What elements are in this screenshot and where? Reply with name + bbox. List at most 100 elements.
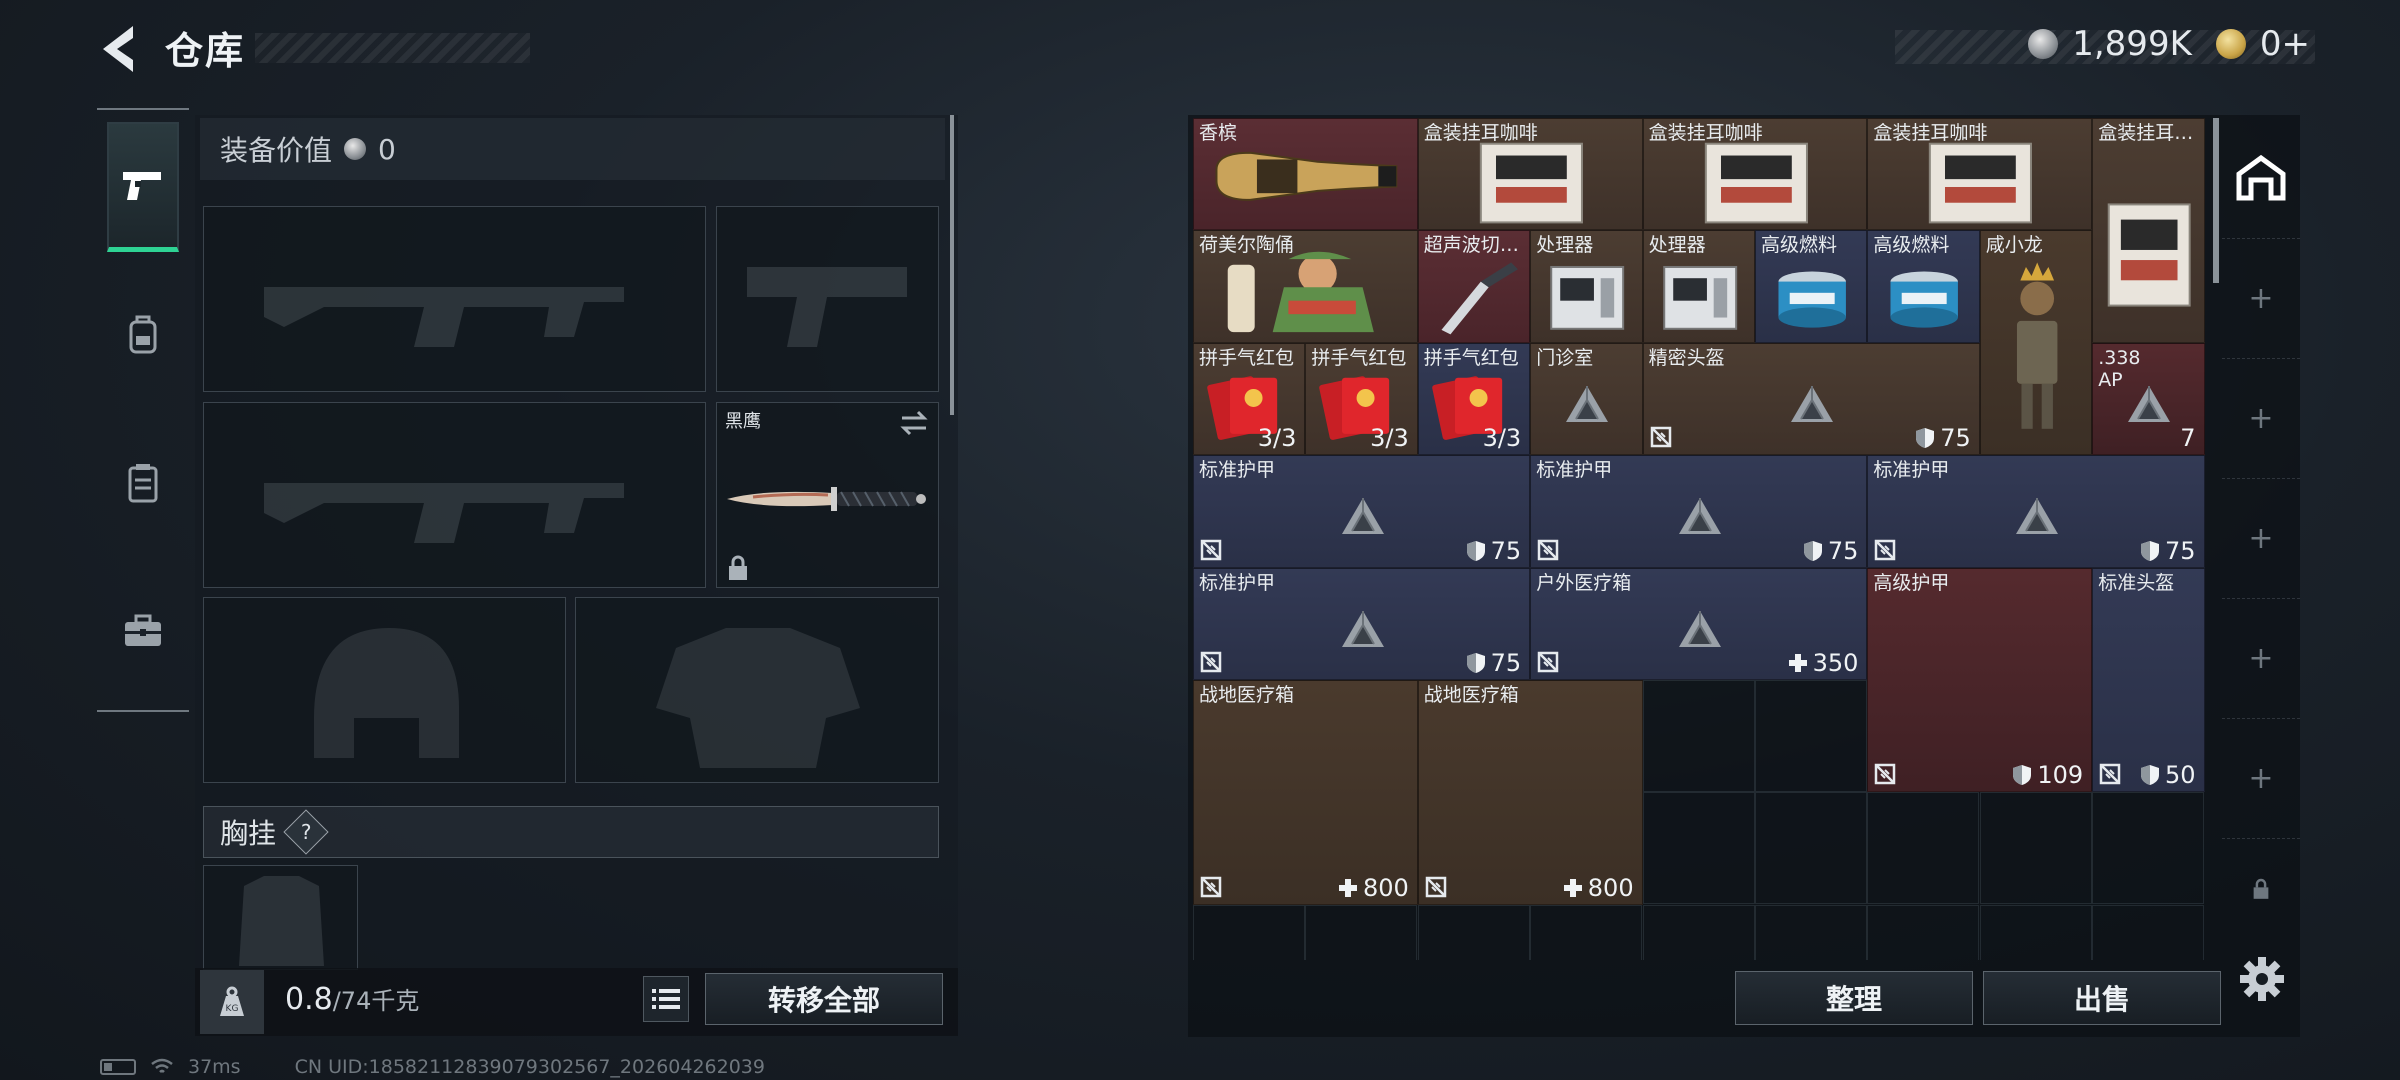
- swap-icon[interactable]: [898, 409, 930, 437]
- equipment-value-label: 装备价值: [220, 134, 333, 167]
- storage-item[interactable]: 高级燃料: [1755, 230, 1868, 343]
- storage-item[interactable]: 超声波切割刀: [1417, 230, 1531, 343]
- equipment-scrollbar[interactable]: [950, 115, 954, 415]
- sell-button[interactable]: 出售: [1983, 971, 2221, 1025]
- help-icon[interactable]: ?: [283, 809, 329, 855]
- sort-button[interactable]: 整理: [1735, 971, 1973, 1025]
- grid-cell[interactable]: [1867, 792, 1980, 905]
- durability-shield-icon: [1466, 540, 1485, 561]
- weight-max: /74千克: [332, 987, 420, 1015]
- chest-rig-slot[interactable]: [203, 865, 358, 970]
- item-name: 高级燃料: [1873, 234, 1950, 257]
- storage-item[interactable]: 拼手气红包 3/3: [1193, 342, 1306, 456]
- grid-cell[interactable]: [1979, 792, 2092, 905]
- grid-cell[interactable]: [1755, 904, 1867, 960]
- item-count: 3/3: [1482, 424, 1522, 453]
- storage-item[interactable]: 标准护甲 75: [1530, 455, 1868, 568]
- storage-item[interactable]: .338 AP 7: [2092, 342, 2205, 456]
- add-storage-tab[interactable]: +: [2222, 478, 2300, 598]
- storage-item[interactable]: 咸小龙: [1979, 230, 2093, 456]
- storage-item[interactable]: 盒装挂耳咖啡: [1642, 118, 1868, 231]
- storage-item[interactable]: 盒装挂耳咖啡: [1417, 118, 1643, 231]
- page-title: 仓库: [165, 29, 246, 73]
- storage-item[interactable]: 处理器: [1642, 230, 1755, 343]
- unknown-item-icon: [1678, 610, 1721, 647]
- list-view-button[interactable]: [643, 976, 689, 1022]
- item-value-text: 75: [1940, 424, 1971, 453]
- storage-item[interactable]: 标准护甲 75: [1193, 567, 1531, 680]
- grid-cell[interactable]: [1305, 904, 1418, 960]
- settings-gear-icon[interactable]: [2238, 955, 2286, 1003]
- storage-item[interactable]: 拼手气红包 3/3: [1305, 342, 1418, 456]
- storage-item[interactable]: 高级护甲 109: [1867, 567, 2093, 793]
- storage-item[interactable]: 处理器: [1530, 230, 1643, 343]
- grid-cell[interactable]: [1755, 680, 1867, 792]
- storage-scrollbar[interactable]: [2213, 118, 2219, 283]
- storage-item[interactable]: 标准头盔 50: [2092, 567, 2205, 793]
- primary-weapon-slot[interactable]: [203, 206, 706, 392]
- item-value: 800: [1338, 874, 1409, 902]
- storage-item[interactable]: 战地医疗箱 800: [1417, 680, 1643, 905]
- item-name: 荷美尔陶俑: [1199, 234, 1295, 257]
- tab-backpack[interactable]: [107, 270, 179, 400]
- armor-silhouette-icon: [656, 628, 860, 768]
- storage-item[interactable]: 盒装挂耳咖啡: [1867, 118, 2093, 231]
- add-storage-tab[interactable]: +: [2222, 718, 2300, 838]
- storage-tab-main[interactable]: [2222, 118, 2300, 238]
- grid-cell[interactable]: [1979, 904, 2092, 960]
- secondary-weapon-slot[interactable]: [203, 402, 706, 588]
- storage-item[interactable]: 门诊室: [1530, 342, 1643, 456]
- item-count: 3/3: [1370, 424, 1409, 453]
- pistol-slot[interactable]: [716, 206, 939, 392]
- heal-plus-icon: [1338, 878, 1357, 897]
- storage-item[interactable]: 高级燃料: [1867, 230, 1980, 343]
- grid-cell[interactable]: [1530, 904, 1643, 960]
- item-name: 门诊室: [1536, 346, 1594, 369]
- chest-rig-header: 胸挂 ?: [203, 806, 939, 858]
- item-name: 标准护甲: [1199, 459, 1276, 482]
- storage-item[interactable]: 标准护甲 75: [1867, 455, 2205, 568]
- gold-amount[interactable]: 0+: [2260, 24, 2310, 64]
- durability-shield-icon: [2141, 765, 2160, 786]
- storage-item[interactable]: 精密头盔 75: [1642, 342, 1980, 456]
- storage-item[interactable]: 标准护甲 75: [1193, 455, 1531, 568]
- helmet-silhouette-icon: [314, 628, 459, 758]
- storage-item[interactable]: 盒装挂耳咖啡: [2092, 118, 2205, 343]
- storage-item[interactable]: 户外医疗箱 350: [1530, 567, 1868, 680]
- unknown-item-icon: [2015, 498, 2058, 535]
- back-arrow-icon[interactable]: [95, 22, 145, 76]
- item-value: 350: [1788, 649, 1858, 677]
- grid-cell[interactable]: [2092, 792, 2205, 905]
- add-storage-tab[interactable]: +: [2222, 358, 2300, 478]
- armor-slot[interactable]: [575, 597, 939, 783]
- storage-item[interactable]: 拼手气红包 3/3: [1417, 342, 1531, 456]
- transfer-all-button[interactable]: 转移全部: [705, 973, 943, 1025]
- add-storage-tab[interactable]: +: [2222, 238, 2300, 358]
- grid-cell[interactable]: [1642, 904, 1755, 960]
- add-storage-tab[interactable]: +: [2222, 598, 2300, 718]
- weight-readout: 0.8/74千克: [285, 981, 419, 1017]
- tab-weapons[interactable]: [107, 122, 179, 252]
- grid-cell[interactable]: [2092, 904, 2205, 960]
- doll-figure-icon: [2016, 262, 2058, 430]
- grid-cell[interactable]: [1867, 904, 1980, 960]
- grid-cell[interactable]: [1642, 792, 1755, 905]
- storage-item[interactable]: 香槟: [1193, 118, 1418, 231]
- silver-coin-icon: [344, 138, 367, 160]
- wifi-icon: [151, 1058, 173, 1073]
- grid-cell[interactable]: [1755, 792, 1867, 905]
- tab-case[interactable]: [107, 566, 179, 696]
- melee-name: 黑鹰: [725, 411, 761, 432]
- tab-vest[interactable]: [107, 418, 179, 548]
- grid-cell[interactable]: [1193, 904, 1305, 960]
- helmet-slot[interactable]: [203, 597, 566, 783]
- storage-item[interactable]: 战地医疗箱 800: [1193, 680, 1418, 905]
- item-name: 战地医疗箱: [1423, 684, 1519, 706]
- uid-text: CN UID:1858211283907930​2567_20260426203…: [294, 1056, 765, 1078]
- grid-cell[interactable]: [1417, 904, 1530, 960]
- melee-slot[interactable]: 黑鹰: [716, 402, 939, 588]
- durability-shield-icon: [2141, 540, 2160, 561]
- grid-cell[interactable]: [1642, 680, 1755, 792]
- item-value-text: 75: [1827, 536, 1859, 565]
- storage-item[interactable]: 荷美尔陶俑: [1193, 230, 1418, 343]
